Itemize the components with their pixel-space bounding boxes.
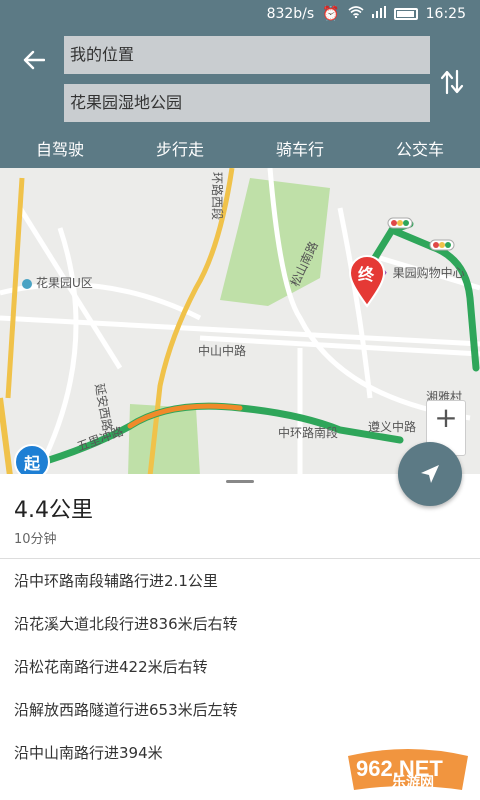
signal-icon xyxy=(371,6,386,22)
tab-driving[interactable]: 自驾驶 xyxy=(0,132,120,168)
route-steps-list: 沿中环路南段辅路行进2.1公里 沿花溪大道北段行进836米后右转 沿松花南路行进… xyxy=(0,560,480,775)
locate-button[interactable] xyxy=(398,442,462,506)
battery-icon xyxy=(393,8,418,20)
route-map[interactable]: 花果园U区 松山南路 中山中路 环路西段 延安西路 中环路南段 遵义中路 五里冲… xyxy=(0,168,480,476)
route-step[interactable]: 沿中环路南段辅路行进2.1公里 xyxy=(0,560,480,603)
end-marker-label: 终 xyxy=(358,265,375,284)
navigation-arrow-icon xyxy=(421,465,439,483)
wifi-icon xyxy=(348,6,364,22)
status-bar: 832b/s ⏰ 16:25 xyxy=(0,0,480,28)
drag-handle[interactable] xyxy=(226,480,254,483)
arrow-left-icon xyxy=(23,50,45,70)
divider xyxy=(0,558,480,559)
route-distance: 4.4公里 xyxy=(14,498,93,523)
network-speed: 832b/s xyxy=(266,6,315,22)
route-duration: 10分钟 xyxy=(14,532,57,547)
poi-icon xyxy=(22,278,32,289)
map-label-shopping: ♦ 果园购物中心 xyxy=(378,264,465,281)
swap-icon xyxy=(440,69,464,95)
back-button[interactable] xyxy=(18,44,50,76)
end-marker[interactable]: 终 xyxy=(346,254,388,308)
map-label-zhongshan: 中山中路 xyxy=(198,344,247,358)
destination-field[interactable]: 花果园湿地公园 xyxy=(64,84,430,122)
route-step[interactable]: 沿松花南路行进422米后右转 xyxy=(0,646,480,689)
clock: 16:25 xyxy=(425,6,466,22)
plus-icon: + xyxy=(434,401,458,434)
map-label-zhonghuan: 中环路南段 xyxy=(278,426,339,440)
route-step[interactable]: 沿解放西路隧道行进653米后左转 xyxy=(0,689,480,732)
route-step[interactable]: 沿花溪大道北段行进836米后右转 xyxy=(0,603,480,646)
swap-route-button[interactable] xyxy=(436,64,468,100)
map-label-huanlu: 环路西段 xyxy=(210,172,224,221)
start-marker[interactable]: 起 xyxy=(14,444,50,476)
map-label-huaguoyuan: 花果园U区 xyxy=(22,274,93,291)
route-header: 我的位置 花果园湿地公园 自驾驶 步行走 骑车行 公交车 xyxy=(0,28,480,168)
alarm-icon: ⏰ xyxy=(322,6,340,22)
origin-field[interactable]: 我的位置 xyxy=(64,36,430,74)
travel-mode-tabs: 自驾驶 步行走 骑车行 公交车 xyxy=(0,132,480,168)
map-label-zunyi: 遵义中路 xyxy=(368,420,417,434)
tab-cycling[interactable]: 骑车行 xyxy=(240,132,360,168)
tab-walking[interactable]: 步行走 xyxy=(120,132,240,168)
tab-transit[interactable]: 公交车 xyxy=(360,132,480,168)
watermark-text: 乐游网 xyxy=(392,775,434,791)
